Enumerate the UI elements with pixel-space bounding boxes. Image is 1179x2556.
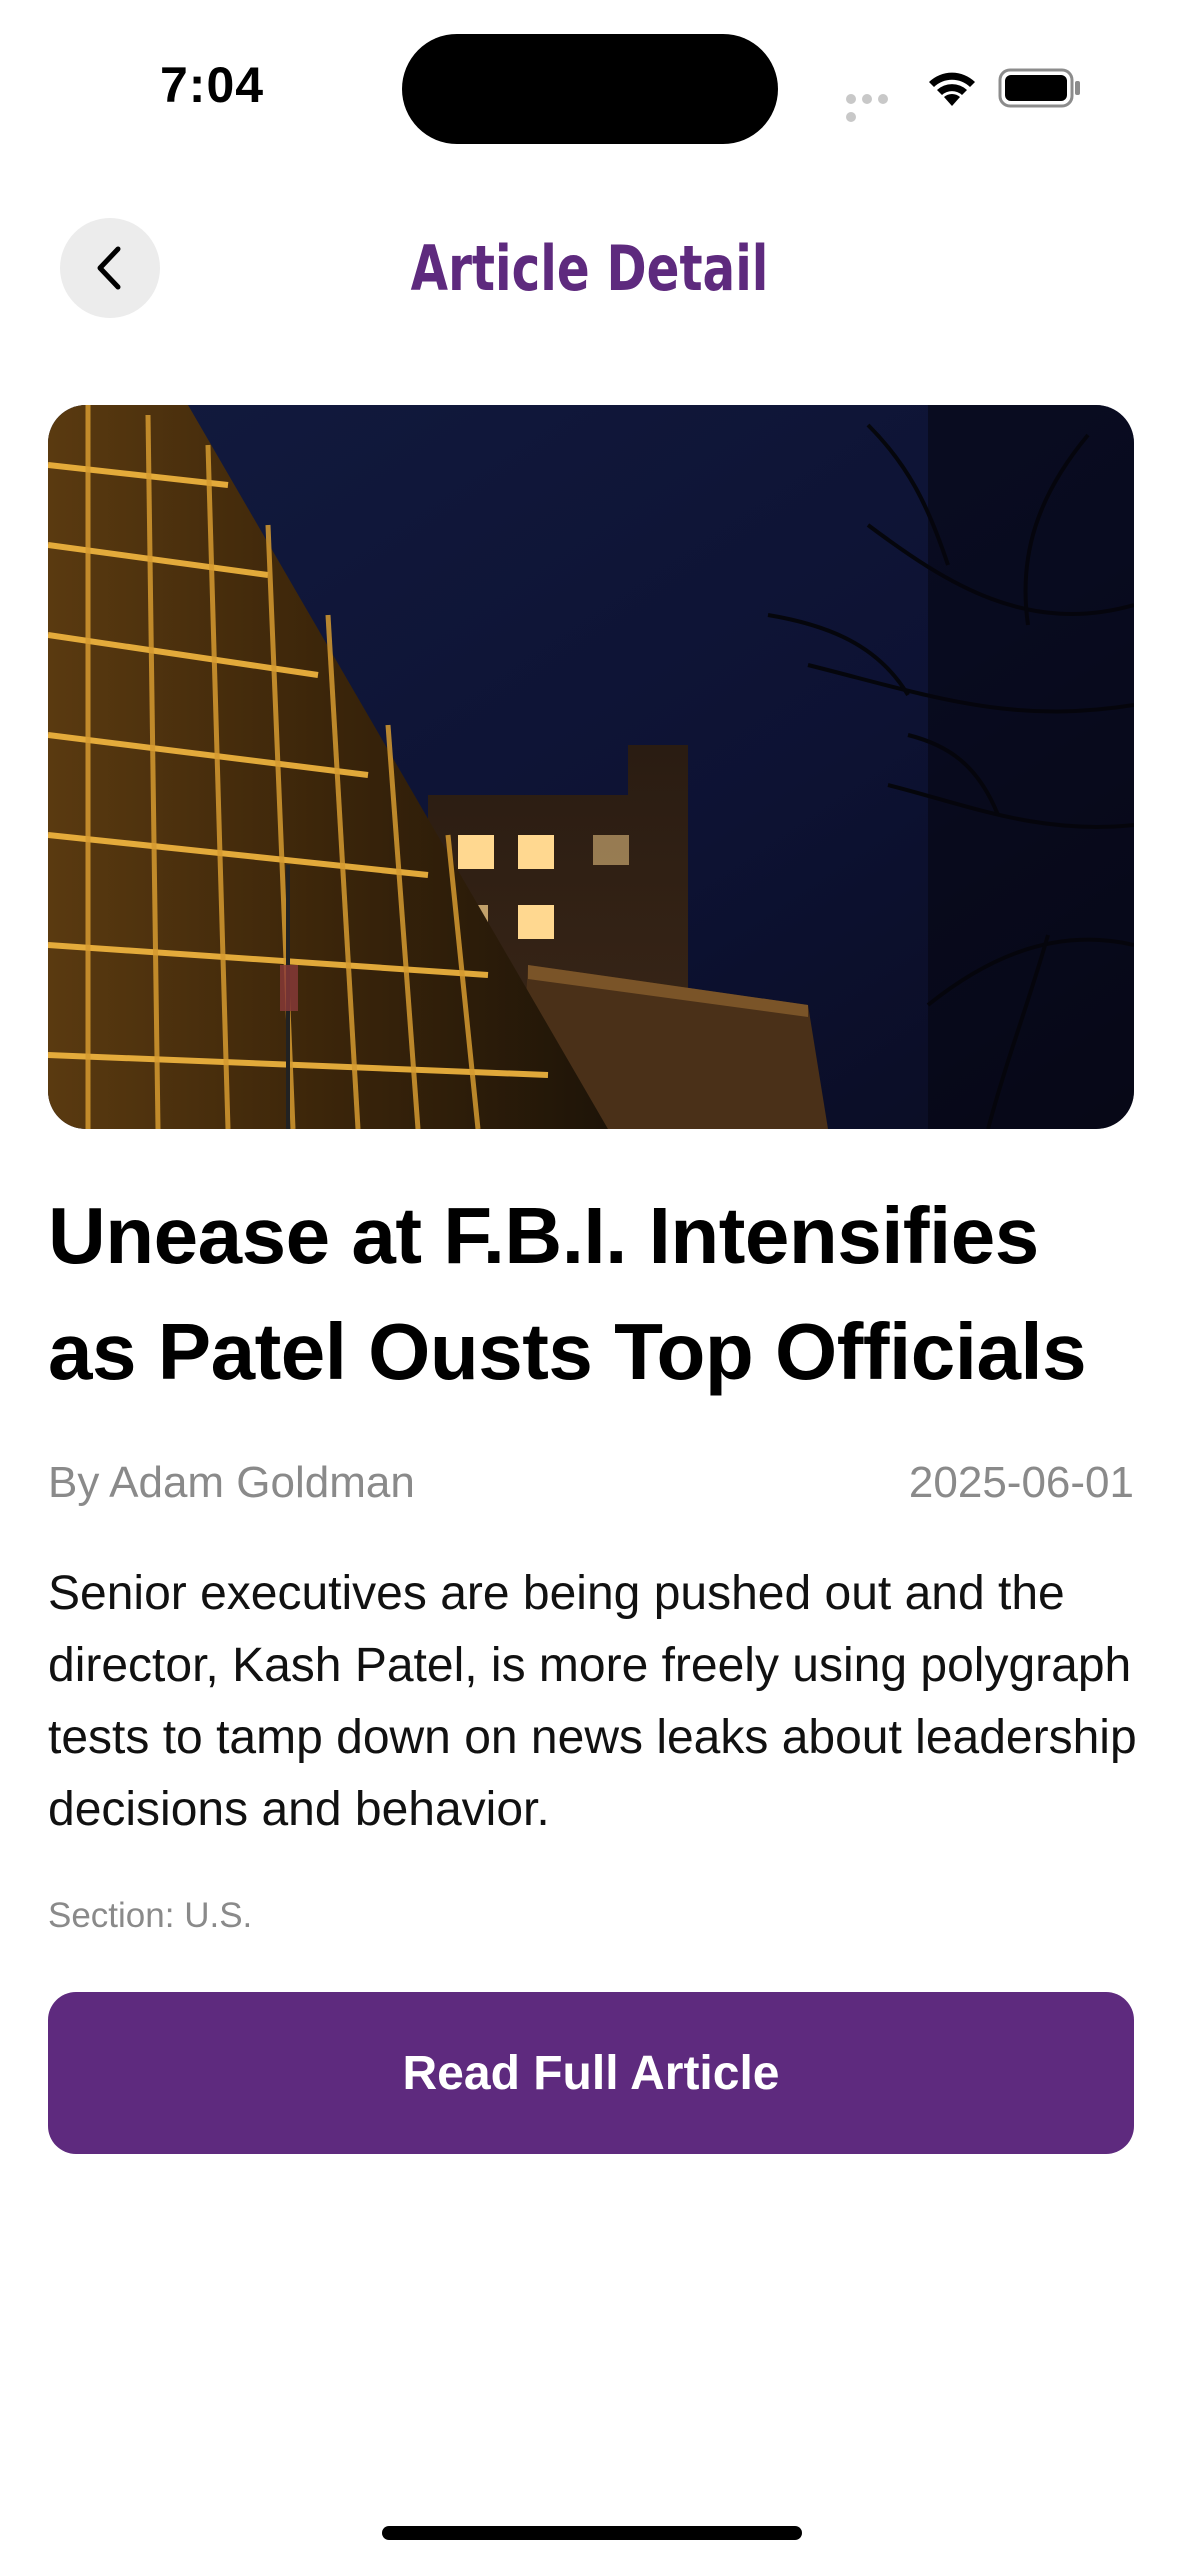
wifi-icon — [926, 66, 978, 108]
page-title: Article Detail — [410, 232, 769, 305]
article-summary: Senior executives are being pushed out a… — [48, 1567, 1137, 1836]
chevron-left-icon — [97, 246, 121, 290]
cellular-signal-icon — [846, 94, 908, 122]
home-indicator[interactable] — [382, 2526, 802, 2540]
article-headline: Unease at F.B.I. Intensifies as Patel Ou… — [48, 1191, 1087, 1396]
status-bar: 7:04 — [0, 0, 1179, 150]
dynamic-island — [402, 34, 778, 144]
battery-icon — [998, 68, 1082, 108]
article-date: 2025-06-01 — [908, 1458, 1134, 1507]
article-section: Section: U.S. — [48, 1896, 253, 1935]
article-hero-image — [48, 405, 1134, 1129]
read-full-article-button[interactable]: Read Full Article — [48, 1992, 1134, 2154]
article-byline: By Adam Goldman — [48, 1458, 415, 1507]
status-time: 7:04 — [160, 57, 265, 113]
